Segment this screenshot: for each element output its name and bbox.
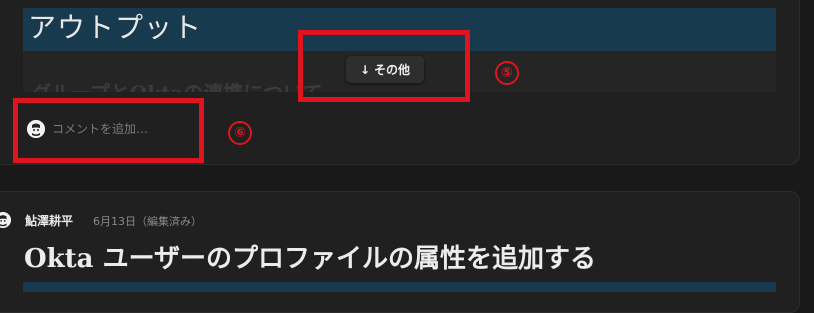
highlight-box-6: [13, 98, 204, 163]
post-banner: [23, 282, 776, 292]
author-name[interactable]: 鮎澤耕平: [25, 212, 73, 229]
annotation-number-5: ⑤: [495, 61, 519, 85]
post-date: 6月13日（編集済み）: [93, 215, 202, 228]
highlight-box-5: [298, 30, 470, 102]
output-heading: アウトプット: [28, 11, 203, 44]
faded-heading: グループとOktaの連携について: [31, 77, 323, 92]
post-title: Okta ユーザーのプロファイルの属性を追加する: [24, 244, 597, 274]
annotation-number-6: ⑥: [228, 121, 252, 145]
